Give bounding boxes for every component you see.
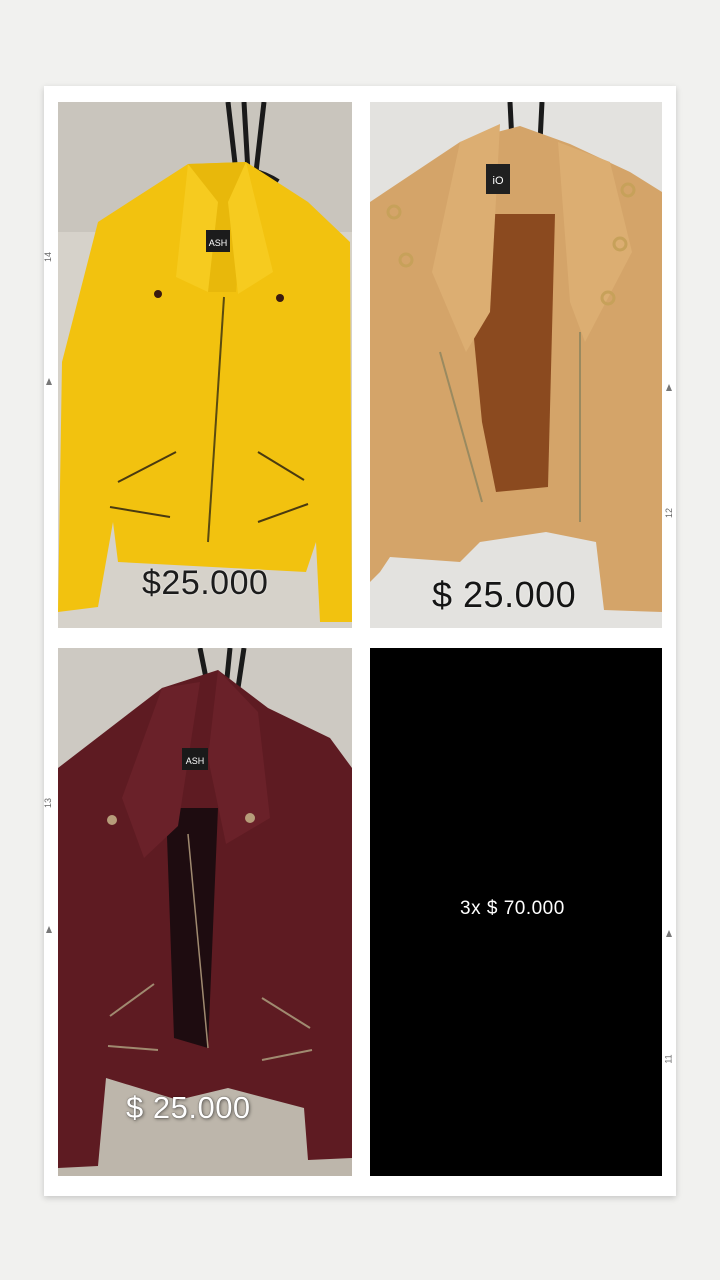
brand-tag-text: ASH bbox=[209, 238, 228, 248]
offer-panel[interactable]: 3x $ 70.000 bbox=[370, 648, 662, 1176]
margin-mark: 14 bbox=[43, 251, 54, 263]
bundle-offer-text: 3x $ 70.000 bbox=[460, 898, 565, 919]
jacket-photo-burgundy[interactable]: ASH $ 25.000 bbox=[58, 648, 352, 1176]
margin-arrow-icon bbox=[666, 384, 672, 391]
tan-jacket-image: iO bbox=[370, 102, 662, 628]
price-label: $25.000 bbox=[142, 564, 269, 602]
jacket-photo-yellow[interactable]: ASH $25.000 bbox=[58, 102, 352, 628]
margin-arrow-icon bbox=[46, 926, 52, 933]
brand-tag-text: iO bbox=[493, 175, 504, 187]
photo-collage: ASH $25.000 iO $ 25.000 ASH $ 25.000 3x … bbox=[44, 86, 676, 1196]
price-label: $ 25.000 bbox=[432, 574, 577, 615]
price-label: $ 25.000 bbox=[126, 1090, 251, 1125]
margin-arrow-icon bbox=[46, 378, 52, 385]
jacket-photo-tan[interactable]: iO $ 25.000 bbox=[370, 102, 662, 628]
brand-tag-text: ASH bbox=[186, 756, 205, 766]
margin-mark: 12 bbox=[664, 507, 675, 519]
yellow-jacket-image: ASH bbox=[58, 102, 352, 628]
margin-mark: 11 bbox=[663, 1054, 674, 1064]
margin-arrow-icon bbox=[666, 930, 672, 937]
margin-mark: 13 bbox=[43, 797, 54, 809]
